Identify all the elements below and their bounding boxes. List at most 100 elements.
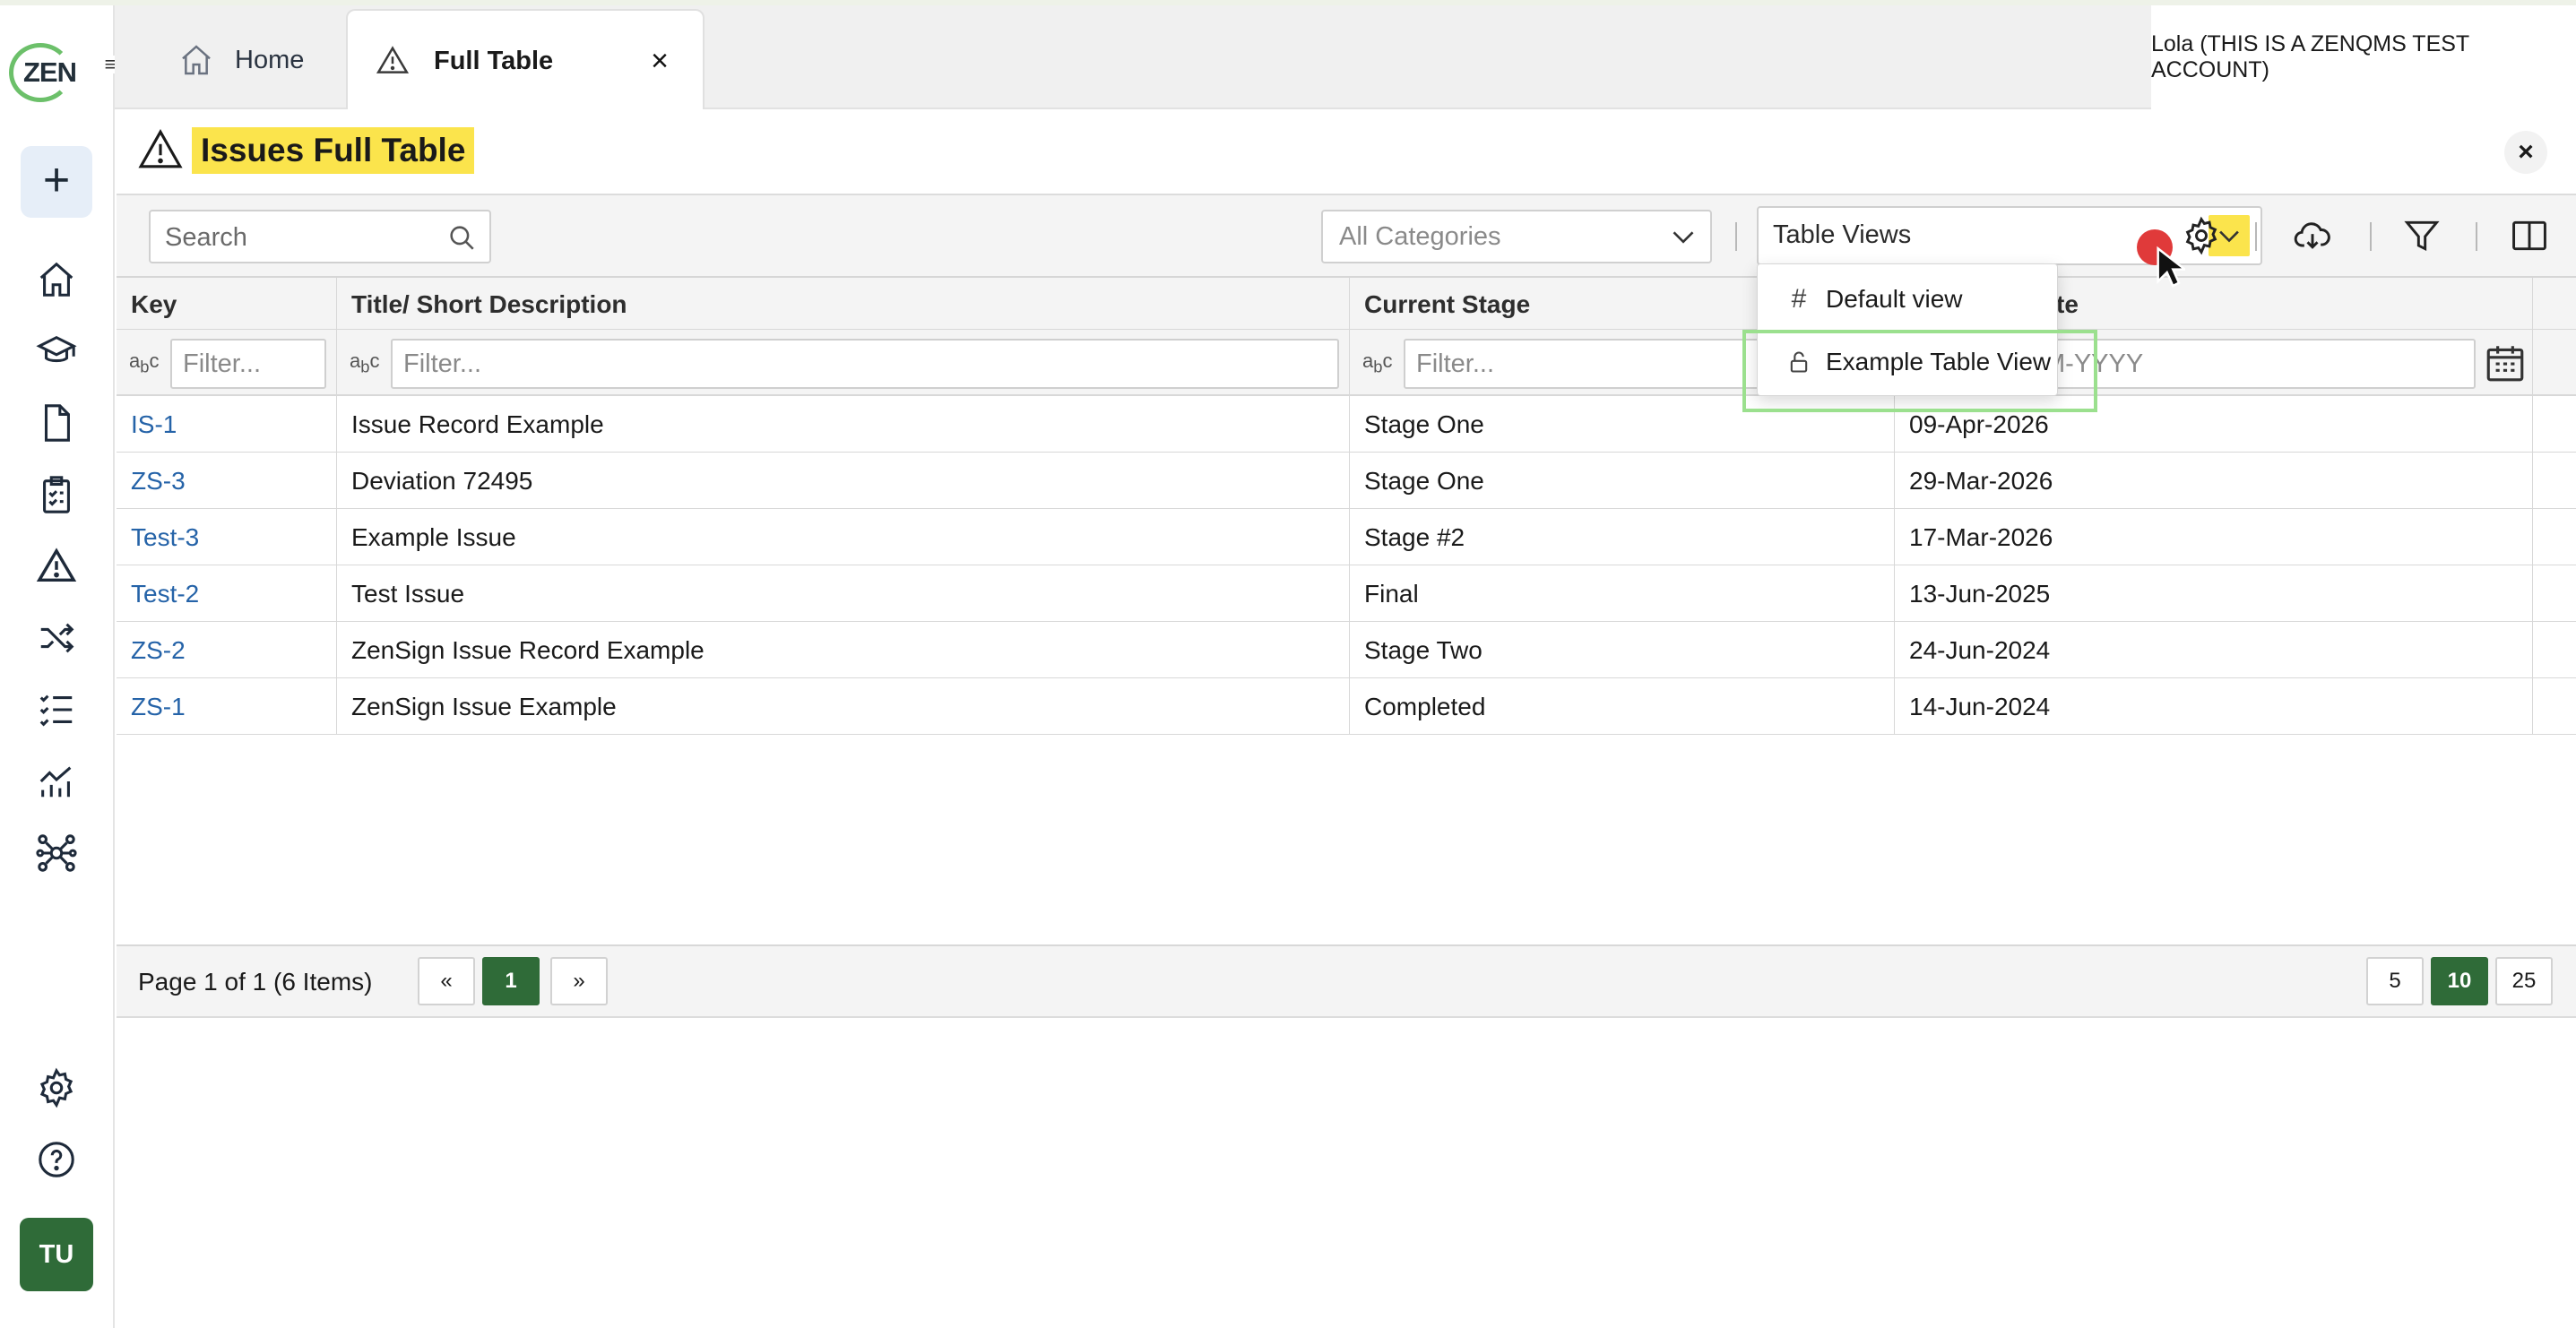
- table-empty-area: [117, 735, 2576, 946]
- cell-due-date: 14-Jun-2024: [1895, 678, 2533, 735]
- cell-due-date: 13-Jun-2025: [1895, 565, 2533, 622]
- table-row[interactable]: ZS-1 ZenSign Issue Example Completed 14-…: [117, 678, 2576, 735]
- close-icon[interactable]: ×: [651, 44, 669, 79]
- cell-due-date: 29-Mar-2026: [1895, 453, 2533, 509]
- view-option-label: Default view: [1826, 285, 1963, 313]
- page-header: Issues Full Table ×: [117, 109, 2576, 195]
- column-header-due-date-label: te: [2056, 290, 2079, 318]
- network-icon[interactable]: [29, 828, 84, 878]
- training-icon[interactable]: [29, 326, 84, 376]
- toolbar-divider: [2255, 222, 2257, 251]
- cell-due-date: 17-Mar-2026: [1895, 509, 2533, 565]
- toolbar-divider: [2370, 222, 2372, 251]
- tab-home-label: Home: [235, 45, 305, 74]
- table-row[interactable]: ZS-3 Deviation 72495 Stage One 29-Mar-20…: [117, 453, 2576, 509]
- settings-icon[interactable]: [29, 1063, 84, 1113]
- cell-key-link[interactable]: ZS-3: [117, 453, 337, 509]
- filter-row: abc Filter... abc Filter... abc Filter..…: [117, 330, 2576, 396]
- calendar-icon[interactable]: [2483, 341, 2528, 385]
- add-button[interactable]: +: [21, 146, 92, 218]
- page-size-5-button[interactable]: 5: [2366, 957, 2424, 1005]
- table-row[interactable]: IS-1 Issue Record Example Stage One 09-A…: [117, 396, 2576, 453]
- page-title: Issues Full Table: [192, 127, 475, 174]
- cell-title: Deviation 72495: [337, 453, 1350, 509]
- text-filter-icon[interactable]: abc: [1362, 349, 1392, 376]
- text-filter-icon[interactable]: abc: [129, 349, 159, 376]
- search-box[interactable]: [149, 210, 491, 263]
- home-icon[interactable]: [29, 254, 84, 305]
- cell-key-link[interactable]: ZS-2: [117, 622, 337, 678]
- issues-table: Key Title/ Short Description Current Sta…: [117, 276, 2576, 946]
- pagination-summary: Page 1 of 1 (6 Items): [138, 968, 373, 996]
- shuffle-icon[interactable]: [29, 613, 84, 663]
- help-icon[interactable]: [29, 1134, 84, 1185]
- hash-icon: #: [1791, 284, 1807, 314]
- cell-title: Example Issue: [337, 509, 1350, 565]
- task-list-icon[interactable]: [29, 685, 84, 735]
- table-row[interactable]: ZS-2 ZenSign Issue Record Example Stage …: [117, 622, 2576, 678]
- cloud-download-icon[interactable]: [2289, 213, 2336, 258]
- zen-logo[interactable]: ZEN: [9, 43, 77, 102]
- user-avatar[interactable]: TU: [20, 1218, 93, 1291]
- columns-icon[interactable]: [2506, 213, 2553, 258]
- chart-icon[interactable]: [29, 756, 84, 806]
- app-root: ZEN + TU ≡ Home Full Table × Lola (THIS …: [0, 0, 2576, 1328]
- table-row[interactable]: Test-3 Example Issue Stage #2 17-Mar-202…: [117, 509, 2576, 565]
- cell-stage: Final: [1350, 565, 1895, 622]
- cell-title: ZenSign Issue Record Example: [337, 622, 1350, 678]
- text-filter-icon[interactable]: abc: [350, 349, 379, 376]
- cell-stage: Completed: [1350, 678, 1895, 735]
- chevron-down-icon: [1673, 231, 1694, 244]
- warning-icon: [138, 129, 183, 168]
- close-page-button[interactable]: ×: [2504, 131, 2547, 174]
- pagination-bar: Page 1 of 1 (6 Items) « 1 » 5 10 25: [117, 946, 2576, 1018]
- column-header-title[interactable]: Title/ Short Description: [337, 278, 1350, 332]
- cell-stage: Stage Two: [1350, 622, 1895, 678]
- filter-input-title[interactable]: Filter...: [391, 339, 1339, 389]
- tab-full-table[interactable]: Full Table ×: [346, 9, 705, 111]
- prev-page-button[interactable]: «: [418, 957, 475, 1005]
- warning-icon[interactable]: [29, 541, 84, 591]
- cursor-icon: [2157, 246, 2185, 288]
- option-highlight-box: [1742, 330, 2097, 412]
- toolbar-divider: [2476, 222, 2477, 251]
- cell-stage: Stage #2: [1350, 509, 1895, 565]
- column-header-key[interactable]: Key: [117, 278, 337, 332]
- search-icon[interactable]: [446, 222, 477, 253]
- filter-input-key[interactable]: Filter...: [170, 339, 326, 389]
- filter-cell-title: abc Filter...: [337, 330, 1350, 396]
- next-page-button[interactable]: »: [550, 957, 608, 1005]
- cell-stage: Stage One: [1350, 453, 1895, 509]
- view-option-default[interactable]: # Default view: [1758, 268, 2059, 331]
- table-header-row: Key Title/ Short Description Current Sta…: [117, 276, 2576, 332]
- tab-full-table-label: Full Table: [434, 46, 554, 75]
- cell-title: Issue Record Example: [337, 396, 1350, 453]
- home-icon: [182, 45, 211, 75]
- filter-icon[interactable]: [2399, 213, 2445, 258]
- checklist-icon[interactable]: [29, 470, 84, 520]
- cell-title: ZenSign Issue Example: [337, 678, 1350, 735]
- category-select[interactable]: All Categories: [1321, 210, 1712, 263]
- account-name[interactable]: Lola (THIS IS A ZENQMS TEST ACCOUNT): [2151, 5, 2576, 109]
- tab-home[interactable]: Home: [177, 11, 304, 109]
- page-size-10-button[interactable]: 10: [2431, 957, 2488, 1005]
- cell-key-link[interactable]: IS-1: [117, 396, 337, 453]
- page-size-25-button[interactable]: 25: [2495, 957, 2553, 1005]
- tab-bar: Home Full Table ×: [115, 5, 2151, 111]
- cell-key-link[interactable]: ZS-1: [117, 678, 337, 735]
- table-toolbar: All Categories Table Views: [117, 195, 2576, 276]
- page-1-button[interactable]: 1: [482, 957, 540, 1005]
- table-row[interactable]: Test-2 Test Issue Final 13-Jun-2025: [117, 565, 2576, 622]
- cell-due-date: 24-Jun-2024: [1895, 622, 2533, 678]
- toolbar-divider: [1735, 222, 1737, 251]
- cell-key-link[interactable]: Test-2: [117, 565, 337, 622]
- left-sidebar: ZEN + TU: [0, 5, 115, 1328]
- filter-cell-key: abc Filter...: [117, 330, 337, 396]
- document-icon[interactable]: [29, 398, 84, 448]
- warning-icon: [376, 46, 410, 73]
- table-views-label: Table Views: [1773, 220, 1912, 249]
- search-input[interactable]: [165, 220, 434, 254]
- cell-key-link[interactable]: Test-3: [117, 509, 337, 565]
- cell-title: Test Issue: [337, 565, 1350, 622]
- category-select-value: All Categories: [1339, 222, 1501, 251]
